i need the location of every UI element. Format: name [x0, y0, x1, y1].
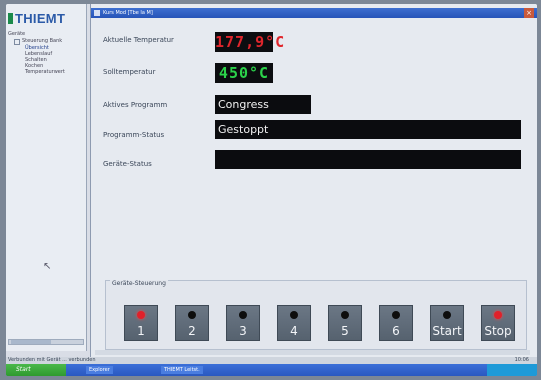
status-text: Verbunden mit Gerät ... verbunden: [8, 357, 96, 363]
thiemt-logo: THIEMT: [8, 10, 86, 26]
control-button-2[interactable]: 2: [175, 305, 209, 341]
control-button-label: Start: [432, 324, 462, 338]
control-button-3[interactable]: 3: [226, 305, 260, 341]
control-button-label: 6: [392, 324, 400, 338]
window-icon: [94, 10, 100, 16]
device-status-field: [215, 150, 521, 169]
tree-expander-icon[interactable]: [14, 38, 20, 45]
device-status-label: Geräte-Status: [103, 160, 152, 168]
status-panel: Aktuelle Temperatur 177,9°C Solltemperat…: [91, 18, 537, 357]
device-control-label: Geräte-Steuerung: [110, 280, 168, 287]
tree-node-steuerung[interactable]: Steuerung Bank: [8, 38, 84, 45]
actual-temp-label: Aktuelle Temperatur: [103, 36, 174, 44]
start-menu-button[interactable]: Start: [6, 364, 66, 376]
monitor-screen: THIEMT Geräte Steuerung Bank Übersicht L…: [6, 4, 537, 376]
scrollbar-thumb[interactable]: [11, 340, 51, 344]
tree-root[interactable]: Geräte: [8, 31, 84, 38]
actual-temp-display: 177,9°C: [215, 32, 286, 52]
control-button-label: 3: [239, 324, 247, 338]
program-status-label: Programm-Status: [103, 131, 165, 139]
stop-button[interactable]: Stop: [481, 305, 515, 341]
navigation-pane: THIEMT Geräte Steuerung Bank Übersicht L…: [6, 4, 87, 351]
led-indicator-icon: [341, 311, 349, 319]
set-temp-label: Solltemperatur: [103, 68, 156, 76]
control-button-6[interactable]: 6: [379, 305, 413, 341]
led-indicator-icon: [188, 311, 196, 319]
window-titlebar[interactable]: Kurs Mod [Tbe Ia M] ×: [91, 8, 537, 18]
window-title: Kurs Mod [Tbe Ia M]: [103, 10, 153, 16]
taskbar-item-leitstand[interactable]: THIEMT Leitst.: [161, 366, 203, 374]
control-button-1[interactable]: 1: [124, 305, 158, 341]
taskbar: Start Explorer THIEMT Leitst.: [6, 364, 537, 376]
status-bar: Verbunden mit Gerät ... verbunden 10:06: [6, 357, 537, 364]
device-control-group: Geräte-Steuerung 1 2 3 4 5 6 Start Stop: [105, 280, 527, 350]
tree-leaf-temperaturwert[interactable]: Temperaturwert: [8, 69, 84, 75]
close-button[interactable]: ×: [524, 8, 534, 18]
control-button-label: Stop: [484, 324, 512, 338]
program-status-field: Gestoppt: [215, 120, 521, 139]
led-indicator-icon: [392, 311, 400, 319]
main-horizontal-scrollbar[interactable]: [95, 350, 530, 355]
system-tray[interactable]: [487, 364, 537, 376]
led-indicator-icon: [239, 311, 247, 319]
led-indicator-icon: [494, 311, 502, 319]
mouse-cursor-icon: ↖: [43, 261, 52, 272]
led-indicator-icon: [137, 311, 145, 319]
start-button[interactable]: Start: [430, 305, 464, 341]
program-field: Congress: [215, 95, 311, 114]
device-tree: Geräte Steuerung Bank Übersicht Lebensla…: [8, 31, 84, 75]
taskbar-item-explorer[interactable]: Explorer: [86, 366, 113, 374]
control-button-5[interactable]: 5: [328, 305, 362, 341]
set-temp-display: 450°C: [215, 63, 273, 83]
program-label: Aktives Programm: [103, 101, 168, 109]
left-horizontal-scrollbar[interactable]: [8, 339, 84, 345]
control-button-label: 2: [188, 324, 196, 338]
logo-mark-icon: [8, 12, 13, 24]
control-button-label: 4: [290, 324, 298, 338]
control-button-label: 1: [137, 324, 145, 338]
led-indicator-icon: [443, 311, 451, 319]
led-indicator-icon: [290, 311, 298, 319]
logo-text: THIEMT: [15, 10, 66, 26]
control-button-4[interactable]: 4: [277, 305, 311, 341]
tree-node-label: Steuerung Bank: [22, 38, 63, 44]
status-clock: 10:06: [514, 357, 529, 363]
control-button-label: 5: [341, 324, 349, 338]
main-window: Kurs Mod [Tbe Ia M] × Aktuelle Temperatu…: [90, 4, 537, 357]
